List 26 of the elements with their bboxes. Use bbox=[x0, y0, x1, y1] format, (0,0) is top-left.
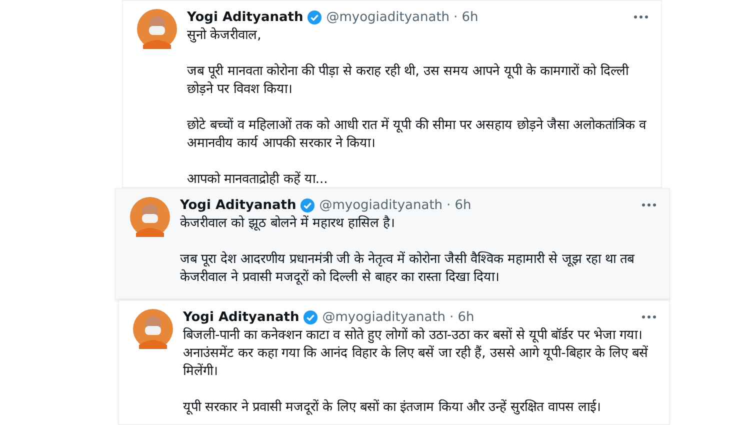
separator-dot: · bbox=[454, 10, 458, 24]
avatar[interactable] bbox=[130, 197, 170, 237]
separator-dot: · bbox=[450, 310, 454, 324]
avatar[interactable] bbox=[137, 9, 177, 49]
tweet-text: छोटे बच्चों व महिलाओं तक को आधी रात में यूपी की सीमा पर असहाय छोड़ने जैसा अलोकतांत्रिक व अमानवीय कार्य आपकी सरकार ने किया। bbox=[187, 117, 648, 153]
more-icon[interactable] bbox=[633, 14, 649, 20]
author-handle[interactable]: @myogiadityanath bbox=[326, 10, 450, 24]
avatar[interactable] bbox=[133, 309, 173, 349]
timestamp[interactable]: 6h bbox=[454, 198, 472, 212]
tweet-text: सुनो केजरीवाल, bbox=[187, 27, 262, 45]
author-handle[interactable]: @myogiadityanath bbox=[319, 198, 443, 212]
timestamp[interactable]: 6h bbox=[458, 310, 474, 324]
author-name[interactable]: Yogi Adityanath bbox=[180, 198, 296, 212]
tweet-text: जब पूरा देश आदरणीय प्रधानमंत्री जी के नेतृत्व में कोरोना जैसी वैश्विक महामारी से जूझ रहा था तब केजरीवाल ने प्रवासी मजदूरों को दिल्ली से बाहर का रास्ता दिखा दिया। bbox=[180, 251, 636, 287]
timestamp[interactable]: 6h bbox=[462, 10, 478, 24]
tweet-text: यूपी सरकार ने प्रवासी मजदूरों के लिए बसों का इंतजाम किया और उन्हें सुरक्षित वापस लाई। bbox=[183, 399, 602, 417]
separator-dot: · bbox=[446, 198, 451, 212]
tweet-text: केजरीवाल को झूठ बोलने में महारथ हासिल है। bbox=[180, 215, 396, 233]
more-icon[interactable] bbox=[641, 202, 657, 208]
author-name[interactable]: Yogi Adityanath bbox=[187, 10, 304, 24]
tweet-text: जब पूरी मानवता कोरोना की पीड़ा से कराह रही थी, उस समय आपने यूपी के कामगारों को दिल्ली छोड़ने पर विवश किया। bbox=[187, 63, 630, 99]
tweet-text: बिजली-पानी का कनेक्शन काटा व सोते हुए लोगों को उठा-उठा कर बसों से यूपी बॉर्डर पर भेजा गया। अनाउंसमेंट कर कहा गया कि आनंद विहार के लिए बसें जा रही हैं, उससे आगे यूपी-बिहार के लिए बसें मिलेंगी। bbox=[183, 327, 650, 381]
tweet-text: आपको मानवताद्रोही कहें या... bbox=[187, 171, 329, 187]
author-name[interactable]: Yogi Adityanath bbox=[183, 310, 300, 324]
more-icon[interactable] bbox=[641, 314, 657, 320]
author-handle[interactable]: @myogiadityanath bbox=[322, 310, 446, 324]
